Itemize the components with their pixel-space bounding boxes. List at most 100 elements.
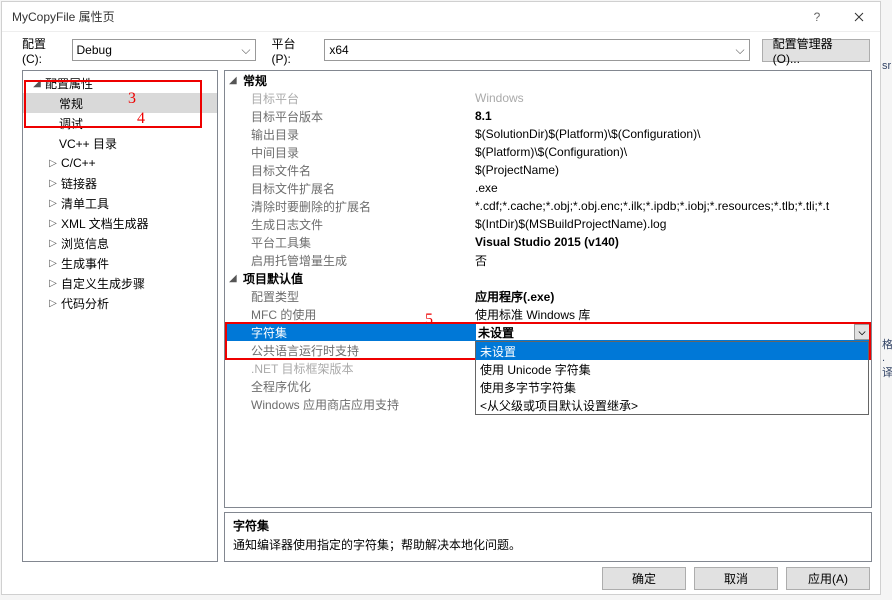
prop-label: 目标文件名 <box>225 162 475 179</box>
help-button[interactable]: ? <box>796 2 838 32</box>
prop-label: 启用托管增量生成 <box>225 252 475 269</box>
titlebar: MyCopyFile 属性页 ? <box>2 2 880 32</box>
prop-row[interactable]: 启用托管增量生成否 <box>225 251 871 269</box>
close-icon <box>854 12 864 22</box>
charset-dropdown[interactable]: 未设置使用 Unicode 字符集使用多字节字符集<从父级或项目默认设置继承> <box>475 341 869 415</box>
group-1[interactable]: ◢项目默认值 <box>225 269 871 287</box>
config-manager-button[interactable]: 配置管理器(O)... <box>762 39 870 62</box>
prop-label: 中间目录 <box>225 144 475 161</box>
prop-label: 公共语言运行时支持 <box>225 342 475 359</box>
cancel-button[interactable]: 取消 <box>694 567 778 590</box>
expand-icon: ▷ <box>47 258 59 269</box>
prop-value: Windows <box>475 91 871 105</box>
prop-value: $(ProjectName) <box>475 163 871 177</box>
group-0[interactable]: ◢常规 <box>225 71 871 89</box>
prop-row[interactable]: 字符集未设置⌵ <box>225 323 871 341</box>
platform-value: x64 <box>329 43 348 57</box>
prop-value: $(SolutionDir)$(Platform)\$(Configuratio… <box>475 127 871 141</box>
prop-label: 目标平台版本 <box>225 108 475 125</box>
dropdown-item-1[interactable]: 使用 Unicode 字符集 <box>476 360 868 378</box>
config-value: Debug <box>77 43 112 57</box>
prop-label: 字符集 <box>224 324 475 341</box>
prop-label: 输出目录 <box>225 126 475 143</box>
tree-item-9[interactable]: ▷自定义生成步骤 <box>23 273 217 293</box>
prop-row[interactable]: 目标平台Windows <box>225 89 871 107</box>
tree-item-0[interactable]: 常规 <box>23 93 217 113</box>
collapse-icon: ◢ <box>229 75 243 86</box>
expand-icon: ▷ <box>47 278 59 289</box>
dropdown-item-2[interactable]: 使用多字节字符集 <box>476 378 868 396</box>
prop-label: 目标文件扩展名 <box>225 180 475 197</box>
prop-value: 否 <box>475 252 871 269</box>
tree-item-8[interactable]: ▷生成事件 <box>23 253 217 273</box>
tree-item-2[interactable]: VC++ 目录 <box>23 133 217 153</box>
expand-icon: ▷ <box>47 158 59 169</box>
dropdown-item-3[interactable]: <从父级或项目默认设置继承> <box>476 396 868 414</box>
annotation-4: 4 <box>137 110 145 128</box>
toolbar: 配置(C): Debug ⌵ 平台(P): x64 ⌵ 配置管理器(O)... <box>2 32 880 62</box>
prop-row[interactable]: 目标文件扩展名.exe <box>225 179 871 197</box>
dropdown-item-0[interactable]: 未设置 <box>476 342 868 360</box>
annotation-5: 5 <box>425 311 433 329</box>
prop-label: MFC 的使用 <box>225 306 475 323</box>
expand-icon: ▷ <box>47 218 59 229</box>
description-text: 通知编译器使用指定的字符集；帮助解决本地化问题。 <box>233 536 863 553</box>
tree-pane: ◢配置属性常规调试VC++ 目录▷C/C++▷链接器▷清单工具▷XML 文档生成… <box>22 70 218 562</box>
tree-item-10[interactable]: ▷代码分析 <box>23 293 217 313</box>
dropdown-button[interactable]: ⌵ <box>854 324 870 340</box>
expand-icon: ▷ <box>47 238 59 249</box>
prop-row[interactable]: 输出目录$(SolutionDir)$(Platform)\$(Configur… <box>225 125 871 143</box>
description-title: 字符集 <box>233 517 863 534</box>
expand-icon: ▷ <box>47 178 59 189</box>
description-pane: 字符集 通知编译器使用指定的字符集；帮助解决本地化问题。 <box>224 512 872 562</box>
prop-value: $(IntDir)$(MSBuildProjectName).log <box>475 217 871 231</box>
window-title: MyCopyFile 属性页 <box>12 8 115 25</box>
prop-value: 使用标准 Windows 库 <box>475 306 871 323</box>
tree-root[interactable]: ◢配置属性 <box>23 73 217 93</box>
expand-icon: ▷ <box>47 198 59 209</box>
collapse-icon: ◢ <box>31 78 43 89</box>
prop-label: 清除时要删除的扩展名 <box>225 198 475 215</box>
footer: 确定 取消 应用(A) <box>2 562 880 596</box>
prop-value: .exe <box>475 181 871 195</box>
prop-row[interactable]: 平台工具集Visual Studio 2015 (v140) <box>225 233 871 251</box>
prop-label: 生成日志文件 <box>225 216 475 233</box>
right-gutter: sr格.译 <box>882 60 892 520</box>
prop-label: Windows 应用商店应用支持 <box>225 396 475 413</box>
tree-item-7[interactable]: ▷浏览信息 <box>23 233 217 253</box>
prop-row[interactable]: 生成日志文件$(IntDir)$(MSBuildProjectName).log <box>225 215 871 233</box>
config-label: 配置(C): <box>22 35 66 66</box>
prop-value: 应用程序(.exe) <box>475 288 871 305</box>
chevron-down-icon: ⌵ <box>241 43 250 58</box>
tree-item-1[interactable]: 调试 <box>23 113 217 133</box>
tree-item-6[interactable]: ▷XML 文档生成器 <box>23 213 217 233</box>
prop-value: 8.1 <box>475 109 871 123</box>
prop-label: 目标平台 <box>225 90 475 107</box>
prop-label: 配置类型 <box>225 288 475 305</box>
prop-value: *.cdf;*.cache;*.obj;*.obj.enc;*.ilk;*.ip… <box>475 199 871 213</box>
prop-row[interactable]: MFC 的使用使用标准 Windows 库 <box>225 305 871 323</box>
prop-label: 全程序优化 <box>225 378 475 395</box>
prop-value[interactable]: 未设置⌵ <box>475 323 871 341</box>
expand-icon: ▷ <box>47 298 59 309</box>
property-grid: 5 ◢常规目标平台Windows目标平台版本8.1输出目录$(SolutionD… <box>224 70 872 508</box>
ok-button[interactable]: 确定 <box>602 567 686 590</box>
prop-label: 平台工具集 <box>225 234 475 251</box>
prop-row[interactable]: 中间目录$(Platform)\$(Configuration)\ <box>225 143 871 161</box>
prop-value: Visual Studio 2015 (v140) <box>475 235 871 249</box>
config-combo[interactable]: Debug ⌵ <box>72 39 256 61</box>
apply-button[interactable]: 应用(A) <box>786 567 870 590</box>
tree-item-4[interactable]: ▷链接器 <box>23 173 217 193</box>
tree-item-3[interactable]: ▷C/C++ <box>23 153 217 173</box>
platform-label: 平台(P): <box>272 35 315 66</box>
close-button[interactable] <box>838 2 880 32</box>
prop-label: .NET 目标框架版本 <box>225 360 475 377</box>
prop-row[interactable]: 配置类型应用程序(.exe) <box>225 287 871 305</box>
chevron-down-icon: ⌵ <box>736 43 745 58</box>
prop-row[interactable]: 目标文件名$(ProjectName) <box>225 161 871 179</box>
tree-item-5[interactable]: ▷清单工具 <box>23 193 217 213</box>
prop-row[interactable]: 目标平台版本8.1 <box>225 107 871 125</box>
platform-combo[interactable]: x64 ⌵ <box>324 39 749 61</box>
prop-row[interactable]: 清除时要删除的扩展名*.cdf;*.cache;*.obj;*.obj.enc;… <box>225 197 871 215</box>
prop-value: $(Platform)\$(Configuration)\ <box>475 145 871 159</box>
